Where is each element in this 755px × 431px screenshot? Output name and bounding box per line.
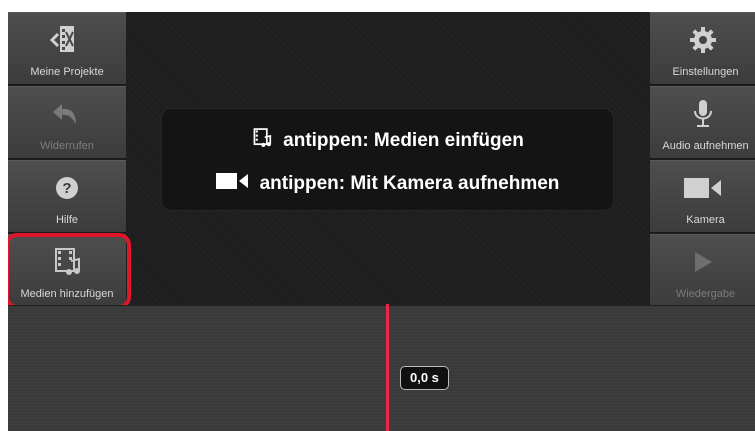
film-music-icon (251, 127, 273, 155)
svg-text:?: ? (62, 180, 71, 197)
settings-label: Einstellungen (672, 66, 739, 78)
hint-line-media: antippen: Medien einfügen (283, 130, 524, 151)
left-toolbar: Meine Projekte Widerrufen ? Hilfe Medien… (8, 12, 126, 307)
hint-row-media: antippen: Medien einfügen (162, 127, 613, 155)
camera-button[interactable]: Kamera (650, 160, 755, 233)
my-projects-button[interactable]: Meine Projekte (8, 12, 126, 85)
record-audio-label: Audio aufnehmen (662, 140, 749, 152)
play-icon (650, 245, 755, 279)
undo-label: Widerrufen (40, 140, 94, 152)
record-audio-button[interactable]: Audio aufnehmen (650, 86, 755, 159)
hint-line-camera: antippen: Mit Kamera aufnehmen (259, 173, 560, 194)
playhead[interactable] (386, 304, 389, 431)
gear-icon (650, 23, 755, 57)
playback-button[interactable]: Wiedergabe (650, 234, 755, 307)
film-music-icon (8, 245, 126, 279)
hint-row-camera: antippen: Mit Kamera aufnehmen (162, 172, 613, 196)
preview-area[interactable]: antippen: Medien einfügen antippen: Mit … (126, 12, 650, 305)
microphone-icon (650, 97, 755, 131)
video-camera-icon (650, 171, 755, 205)
projects-film-back-icon (8, 23, 126, 57)
help-question-icon: ? (8, 171, 126, 205)
undo-button[interactable]: Widerrufen (8, 86, 126, 159)
right-toolbar: Einstellungen Audio aufnehmen Kamera Wie… (650, 12, 755, 307)
my-projects-label: Meine Projekte (30, 66, 104, 78)
time-indicator: 0,0 s (400, 366, 449, 390)
add-media-label: Medien hinzufügen (20, 288, 114, 300)
settings-button[interactable]: Einstellungen (650, 12, 755, 85)
playback-label: Wiedergabe (675, 288, 736, 300)
video-camera-icon (215, 172, 250, 196)
undo-arrow-icon (8, 97, 126, 131)
help-button[interactable]: ? Hilfe (8, 160, 126, 233)
instruction-panel: antippen: Medien einfügen antippen: Mit … (161, 108, 614, 211)
app-frame: Meine Projekte Widerrufen ? Hilfe Medien… (8, 12, 755, 431)
camera-label: Kamera (686, 214, 725, 226)
help-label: Hilfe (55, 214, 78, 226)
add-media-button[interactable]: Medien hinzufügen (8, 234, 126, 307)
timeline[interactable]: 0,0 s (8, 304, 755, 431)
